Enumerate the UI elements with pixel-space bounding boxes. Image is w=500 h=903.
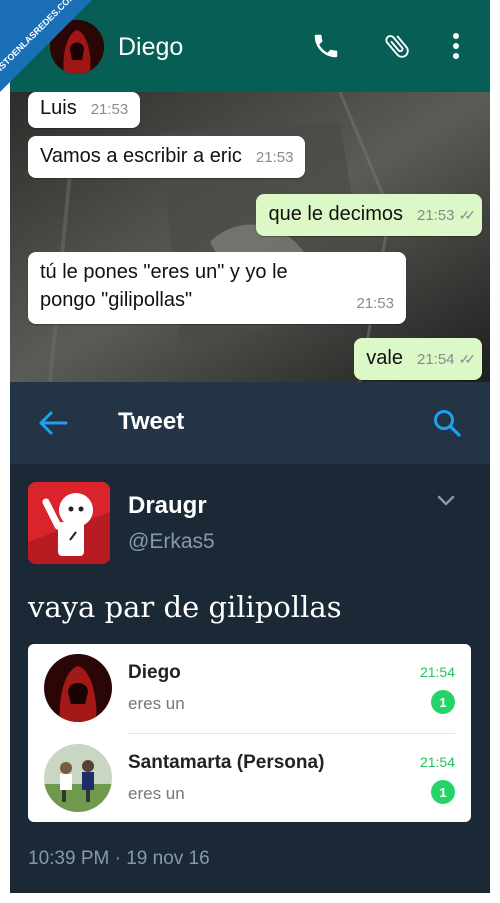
search-icon[interactable]: [432, 408, 462, 438]
message-text: pongo "gilipollas": [40, 289, 193, 311]
chat-preview: eres un: [128, 784, 185, 803]
tweet-panel: Tweet Draugr @Erkas5 vaya par de gilipol…: [10, 382, 490, 893]
message-time: 21:53: [416, 207, 455, 224]
message-text: Luis: [40, 97, 77, 119]
message-bubble[interactable]: Luis 21:53: [28, 92, 141, 128]
chat-list-item[interactable]: Diego eres un 21:54 1: [28, 644, 471, 733]
paperclip-icon[interactable]: [379, 28, 415, 64]
read-ticks-icon: ✓✓: [458, 207, 477, 223]
tweet-author-handle[interactable]: @Erkas5: [128, 530, 215, 554]
message-time: 21:53: [255, 149, 294, 166]
message-text: tú le pones "eres un" y yo le: [40, 261, 288, 283]
unread-badge: 1: [431, 780, 455, 804]
message-time: 21:54: [416, 351, 455, 368]
tweet-header-title: Tweet: [118, 408, 185, 435]
chat-list-item[interactable]: Santamarta (Persona) eres un 21:54 1: [28, 734, 471, 823]
phone-icon[interactable]: [308, 28, 344, 64]
tweet-author-name[interactable]: Draugr: [128, 492, 207, 520]
chat-avatar: [44, 744, 112, 812]
chat-preview: eres un: [128, 694, 185, 713]
tweet-text: vaya par de gilipollas: [28, 590, 342, 624]
read-ticks-icon: ✓✓: [458, 351, 477, 367]
back-arrow-icon[interactable]: [38, 410, 68, 436]
message-bubble[interactable]: que le decimos 21:53 ✓✓: [256, 194, 482, 236]
message-text: que le decimos: [268, 203, 403, 225]
message-text: Vamos a escribir a eric: [40, 145, 242, 167]
chat-time: 21:54: [419, 664, 455, 680]
tweet-author-avatar[interactable]: [28, 482, 110, 564]
screenshot-frame: Diego Luis 21:53 Vamos a escribir a eric…: [10, 0, 490, 893]
contact-name[interactable]: Diego: [118, 33, 183, 62]
chat-name: Santamarta (Persona): [128, 752, 325, 773]
tweet-timestamp: 10:39 PM · 19 nov 16: [28, 848, 210, 869]
chevron-down-icon[interactable]: [436, 494, 456, 508]
message-bubble[interactable]: Vamos a escribir a eric 21:53: [28, 136, 306, 178]
unread-badge: 1: [431, 690, 455, 714]
more-options-icon[interactable]: [438, 28, 474, 64]
tweet-image-chat-list[interactable]: Diego eres un 21:54 1 Santamarta (Person…: [28, 644, 471, 822]
watermark-logo: VISTOENLASREDES.COM: [0, 0, 92, 92]
message-text: vale: [366, 347, 403, 369]
message-time: 21:53: [90, 101, 129, 118]
message-time: 21:53: [356, 295, 394, 312]
chat-time: 21:54: [419, 754, 455, 770]
chat-area: Luis 21:53 Vamos a escribir a eric 21:53 q…: [10, 92, 490, 382]
message-bubble[interactable]: tú le pones "eres un" y yo le pongo "gil…: [28, 252, 406, 324]
chat-avatar: [44, 654, 112, 722]
chat-name: Diego: [128, 662, 181, 683]
message-bubble[interactable]: vale 21:54 ✓✓: [354, 338, 482, 380]
tweet-header: Tweet: [10, 382, 490, 464]
